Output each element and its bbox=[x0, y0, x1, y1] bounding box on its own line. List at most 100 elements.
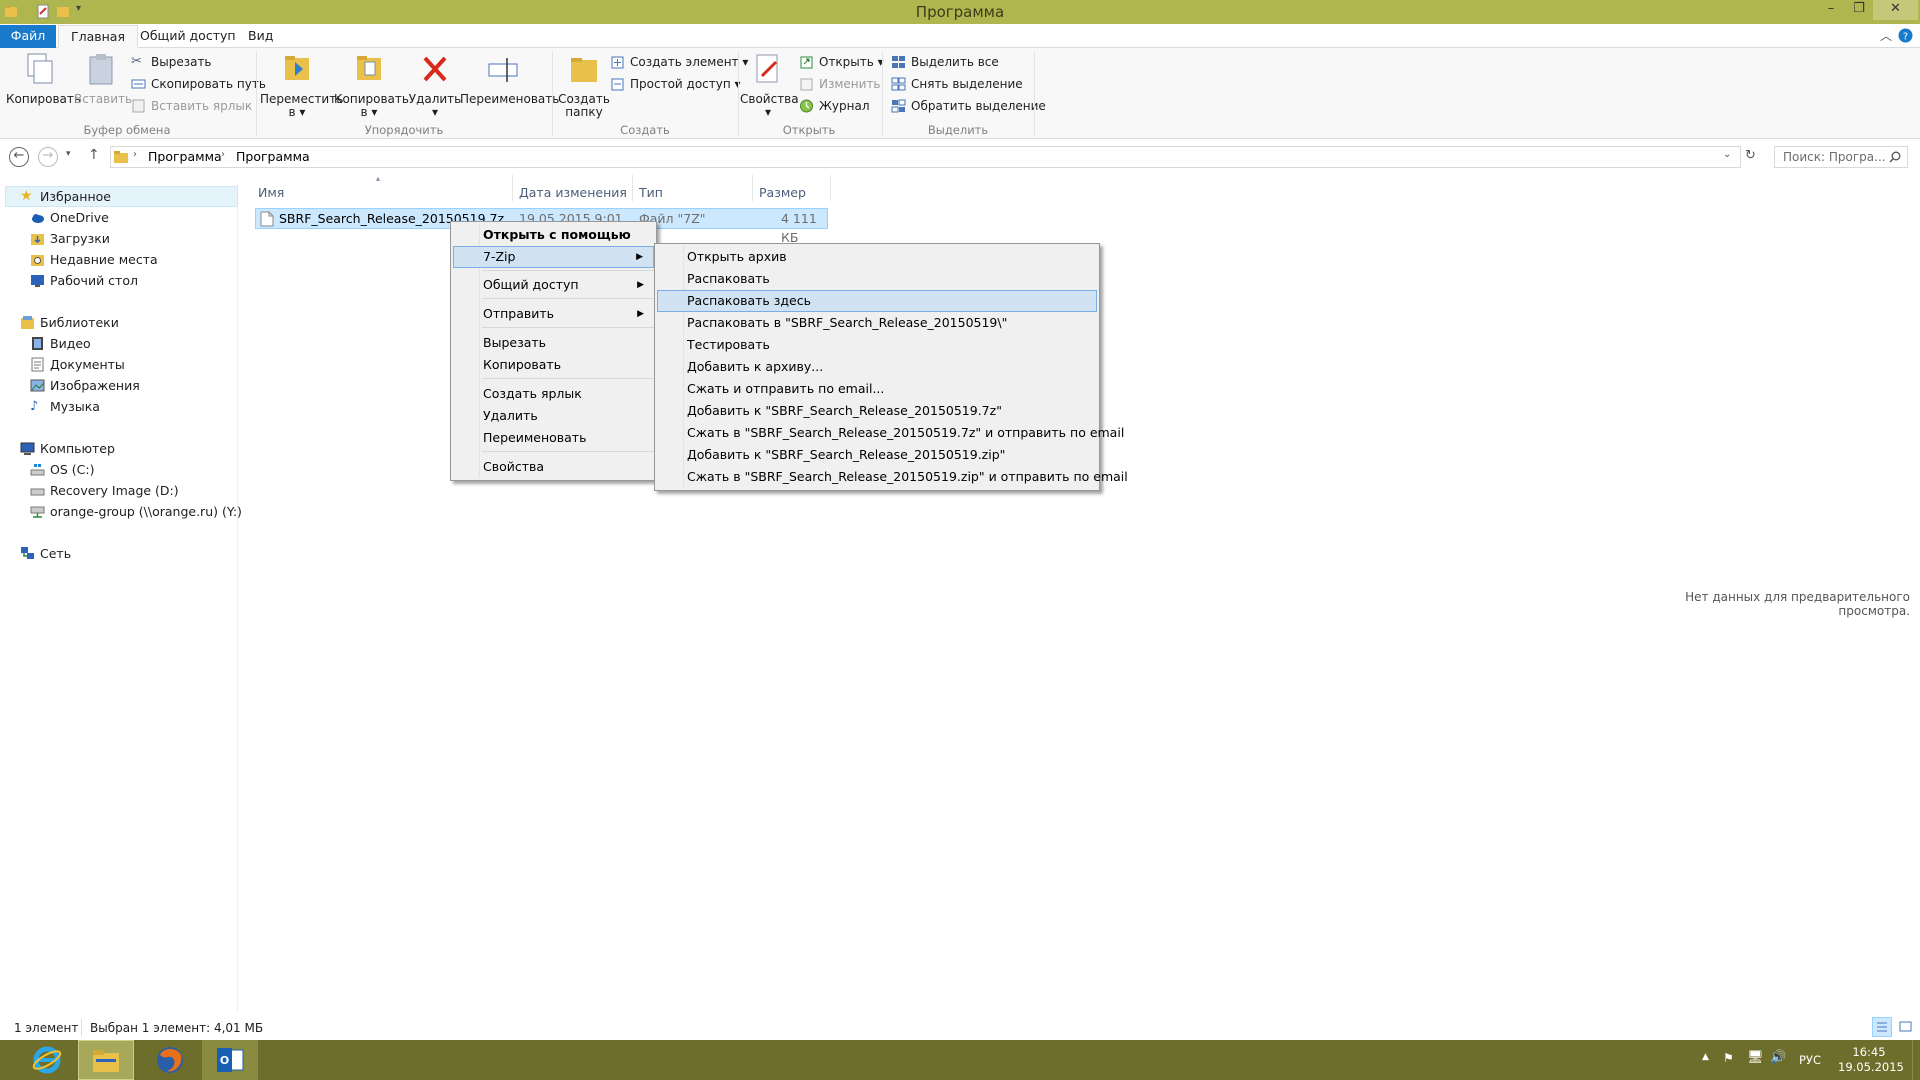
delete-button[interactable]: Удалить ▾ bbox=[408, 52, 462, 119]
menu-item-copy[interactable]: Копировать bbox=[453, 354, 654, 376]
nav-videos[interactable]: Видео bbox=[32, 333, 91, 354]
action-center-flag-icon[interactable]: ⚑ bbox=[1723, 1051, 1734, 1065]
forward-button[interactable]: → bbox=[38, 147, 58, 167]
nav-drive-d[interactable]: Recovery Image (D:) bbox=[30, 480, 179, 501]
tab-share[interactable]: Общий доступ bbox=[128, 25, 248, 48]
minimize-button[interactable]: – bbox=[1817, 0, 1845, 20]
nav-pictures[interactable]: Изображения bbox=[30, 375, 140, 396]
volume-icon[interactable]: 🔊 bbox=[1770, 1050, 1786, 1065]
close-button[interactable]: ✕ bbox=[1873, 0, 1918, 20]
maximize-button[interactable]: ❐ bbox=[1845, 0, 1873, 20]
details-view-button[interactable] bbox=[1872, 1017, 1892, 1037]
open-button[interactable]: Открыть ▾ bbox=[799, 52, 884, 72]
recent-locations-icon[interactable]: ▾ bbox=[66, 149, 71, 159]
new-item-button[interactable]: Создать элемент ▾ bbox=[610, 52, 748, 72]
menu-item-add-to-7z[interactable]: Добавить к "SBRF_Search_Release_20150519… bbox=[657, 400, 1097, 422]
nav-favorites[interactable]: ★ Избранное bbox=[20, 186, 111, 207]
show-desktop-button[interactable] bbox=[1912, 1040, 1920, 1080]
menu-item-compress-email[interactable]: Сжать и отправить по email... bbox=[657, 378, 1097, 400]
menu-item-delete[interactable]: Удалить bbox=[453, 405, 654, 427]
menu-item-share[interactable]: Общий доступ ▶ bbox=[453, 274, 654, 296]
edit-button[interactable]: Изменить bbox=[799, 74, 881, 94]
menu-item-7zip[interactable]: 7-Zip ▶ bbox=[453, 246, 654, 268]
nav-downloads[interactable]: Загрузки bbox=[31, 228, 110, 249]
menu-item-extract-here[interactable]: Распаковать здесь bbox=[657, 290, 1097, 312]
menu-item-extract-to-folder[interactable]: Распаковать в "SBRF_Search_Release_20150… bbox=[657, 312, 1097, 334]
menu-item-cut[interactable]: Вырезать bbox=[453, 332, 654, 354]
invert-selection-button[interactable]: Обратить выделение bbox=[891, 96, 1046, 116]
nav-desktop[interactable]: Рабочий стол bbox=[31, 270, 138, 291]
column-header-date[interactable]: Дата изменения bbox=[519, 183, 627, 203]
nav-libraries[interactable]: Библиотеки bbox=[21, 312, 119, 333]
column-separator[interactable] bbox=[830, 175, 831, 201]
address-history-chevron-icon[interactable]: ⌄ bbox=[1723, 149, 1731, 160]
nav-drive-c[interactable]: OS (C:) bbox=[30, 459, 94, 480]
menu-item-test[interactable]: Тестировать bbox=[657, 334, 1097, 356]
menu-item-compress-7z-email[interactable]: Сжать в "SBRF_Search_Release_20150519.7z… bbox=[657, 422, 1124, 444]
network-status-icon[interactable]: 🖥 bbox=[1747, 1050, 1764, 1065]
properties-button[interactable]: Свойства ▾ bbox=[740, 52, 799, 119]
up-arrow-icon[interactable]: ↑ bbox=[88, 147, 100, 163]
nav-network[interactable]: Сеть bbox=[21, 543, 71, 564]
copy-icon bbox=[27, 53, 53, 84]
address-bar[interactable]: › Программа › Программа ⌄ bbox=[110, 146, 1741, 168]
large-icons-view-button[interactable] bbox=[1896, 1017, 1916, 1037]
show-hidden-icons-icon[interactable]: ▲ bbox=[1702, 1052, 1709, 1062]
breadcrumb-separator[interactable]: › bbox=[221, 149, 225, 160]
input-language[interactable]: РУС bbox=[1799, 1053, 1821, 1067]
item-count: 1 элемент bbox=[14, 1021, 79, 1035]
nav-computer[interactable]: Компьютер bbox=[20, 438, 115, 459]
large-icons-view-icon bbox=[1899, 1021, 1912, 1032]
copy-button[interactable]: Копировать bbox=[6, 52, 81, 106]
select-all-button[interactable]: Выделить все bbox=[891, 52, 999, 72]
easy-access-button[interactable]: Простой доступ ▾ bbox=[610, 74, 741, 94]
menu-item-add-to-zip[interactable]: Добавить к "SBRF_Search_Release_20150519… bbox=[657, 444, 1097, 466]
paste-button[interactable]: Вставить bbox=[74, 52, 132, 106]
tab-home[interactable]: Главная bbox=[58, 25, 138, 48]
cut-button[interactable]: ✂ Вырезать bbox=[131, 52, 212, 72]
menu-item-properties[interactable]: Свойства bbox=[453, 456, 654, 478]
help-icon[interactable]: ? bbox=[1898, 28, 1913, 43]
copy-path-button[interactable]: Скопировать путь bbox=[131, 74, 266, 94]
move-to-button[interactable]: Переместить в ▾ bbox=[260, 52, 343, 119]
refresh-icon[interactable]: ↻ bbox=[1745, 148, 1756, 163]
menu-item-add-to-archive[interactable]: Добавить к архиву... bbox=[657, 356, 1097, 378]
column-separator[interactable] bbox=[632, 175, 633, 201]
tab-view[interactable]: Вид bbox=[236, 25, 285, 48]
menu-item-send-to[interactable]: Отправить ▶ bbox=[453, 303, 654, 325]
history-button[interactable]: Журнал bbox=[799, 96, 870, 116]
tab-file[interactable]: Файл bbox=[0, 25, 56, 48]
column-separator[interactable] bbox=[752, 175, 753, 201]
nav-music[interactable]: ♪ Музыка bbox=[30, 396, 100, 417]
menu-item-extract[interactable]: Распаковать bbox=[657, 268, 1097, 290]
taskbar-firefox[interactable] bbox=[143, 1040, 199, 1080]
breadcrumb-item[interactable]: Программа bbox=[148, 149, 222, 164]
menu-item-open-archive[interactable]: Открыть архив bbox=[657, 246, 1097, 268]
select-none-button[interactable]: Снять выделение bbox=[891, 74, 1023, 94]
copy-to-button[interactable]: Копировать в ▾ bbox=[334, 52, 409, 119]
taskbar-outlook[interactable]: O bbox=[202, 1040, 258, 1080]
breadcrumb-item[interactable]: Программа bbox=[236, 149, 310, 164]
column-header-size[interactable]: Размер bbox=[759, 183, 806, 203]
taskbar-ie[interactable] bbox=[20, 1040, 76, 1080]
svg-text:?: ? bbox=[1903, 32, 1908, 43]
taskbar-explorer[interactable] bbox=[78, 1040, 134, 1080]
minimize-ribbon-icon[interactable]: ︿ bbox=[1880, 27, 1892, 44]
search-input[interactable]: Поиск: Програ... bbox=[1774, 146, 1908, 168]
nav-onedrive[interactable]: OneDrive bbox=[32, 207, 109, 228]
menu-item-rename[interactable]: Переименовать bbox=[453, 427, 654, 449]
menu-item-open-with[interactable]: Открыть с помощью bbox=[453, 224, 654, 246]
clock[interactable]: 16:45 19.05.2015 bbox=[1838, 1045, 1904, 1075]
menu-item-compress-zip-email[interactable]: Сжать в "SBRF_Search_Release_20150519.zi… bbox=[657, 466, 1128, 488]
rename-button[interactable]: Переименовать bbox=[460, 52, 559, 106]
paste-shortcut-button[interactable]: Вставить ярлык bbox=[131, 96, 252, 116]
column-header-name[interactable]: Имя bbox=[258, 183, 284, 203]
nav-drive-y[interactable]: orange-group (\\orange.ru) (Y:) bbox=[30, 501, 242, 522]
back-button[interactable]: ← bbox=[9, 147, 29, 167]
new-folder-button[interactable]: Создать папку bbox=[556, 52, 612, 119]
column-separator[interactable] bbox=[512, 175, 513, 201]
nav-documents[interactable]: Документы bbox=[31, 354, 125, 375]
menu-item-create-shortcut[interactable]: Создать ярлык bbox=[453, 383, 654, 405]
nav-recent-places[interactable]: Недавние места bbox=[31, 249, 158, 270]
column-header-type[interactable]: Тип bbox=[639, 183, 663, 203]
